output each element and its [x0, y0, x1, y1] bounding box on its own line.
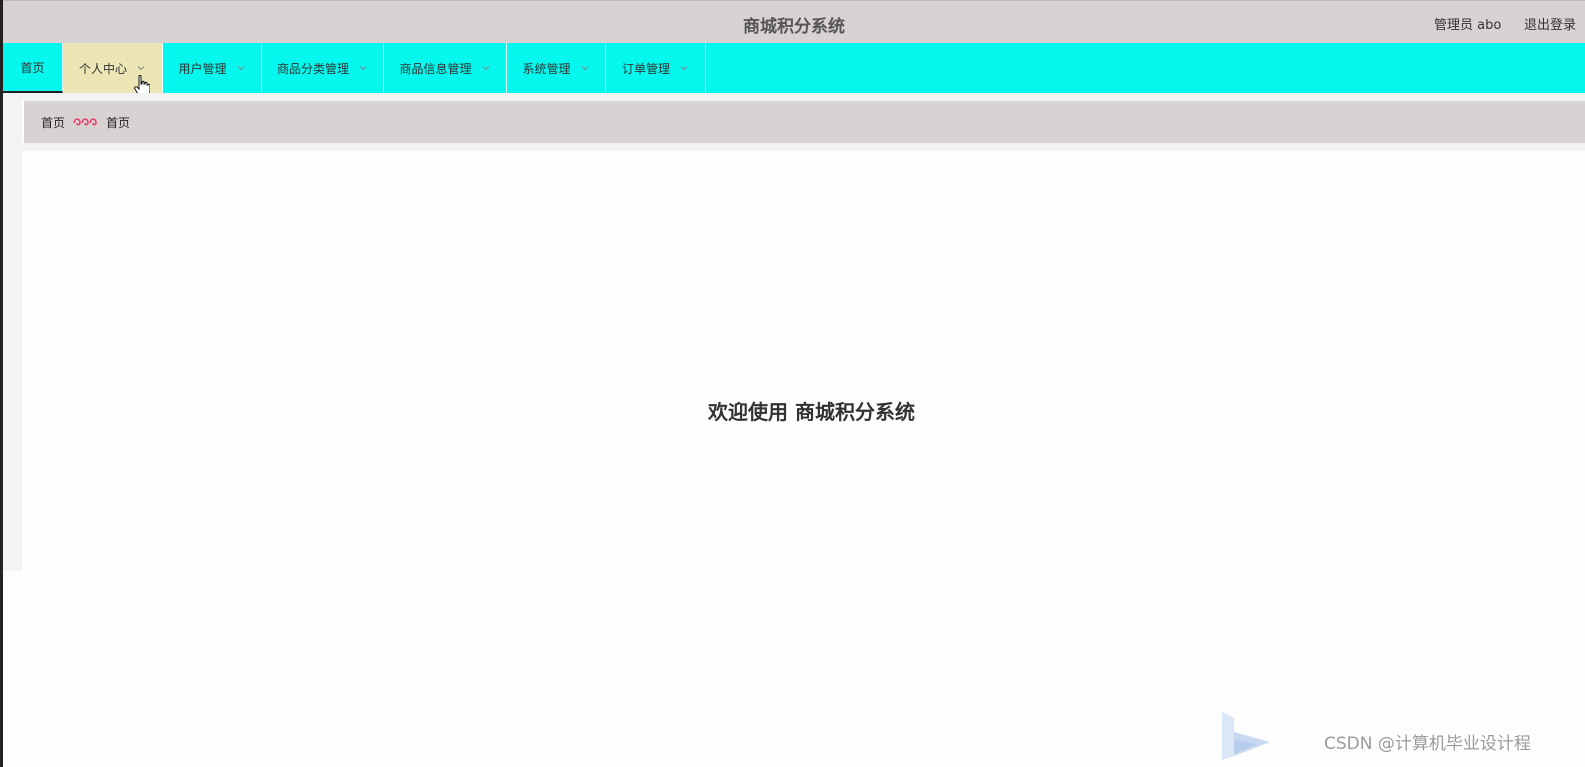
nav-item-home[interactable]: 首页: [3, 43, 63, 93]
nav-item-product-management[interactable]: 商品信息管理: [384, 43, 507, 93]
spacer: [22, 143, 1585, 151]
breadcrumb-root-link[interactable]: 首页: [41, 114, 65, 131]
chevron-down-icon: [680, 66, 688, 71]
breadcrumb: 首页 首页: [24, 101, 1585, 143]
nav-item-label: 首页: [20, 60, 45, 75]
app-frame: 商城积分系统 管理员 abo 退出登录 首页 个人中心 用户管理 商品分类管理 …: [0, 0, 1585, 767]
current-user-label: 管理员 abo: [1434, 18, 1502, 33]
left-gutter: [3, 93, 22, 571]
nav-item-label: 订单管理: [621, 61, 670, 76]
chevron-down-icon: [359, 66, 367, 71]
logout-link[interactable]: 退出登录: [1524, 14, 1576, 33]
nav-item-label: 商品分类管理: [276, 61, 349, 76]
nav-item-label: 个人中心: [78, 61, 127, 76]
main-nav: 首页 个人中心 用户管理 商品分类管理 商品信息管理 系统管理 订单管理: [3, 43, 1585, 93]
app-title: 商城积分系统: [743, 17, 845, 37]
nav-item-system-management[interactable]: 系统管理: [507, 43, 606, 93]
nav-item-label: 系统管理: [522, 61, 571, 76]
wave-separator-icon: [73, 118, 97, 126]
chevron-down-icon: [237, 66, 244, 71]
header-bar: 商城积分系统 管理员 abo 退出登录: [3, 0, 1585, 43]
breadcrumb-current: 首页: [106, 115, 131, 130]
nav-item-order-management[interactable]: 订单管理: [606, 43, 706, 93]
nav-item-user-management[interactable]: 用户管理: [163, 43, 262, 93]
nav-item-label: 用户管理: [178, 61, 227, 76]
spacer: [22, 93, 1585, 101]
watermark-logo-icon: [1222, 712, 1270, 760]
chevron-down-icon: [137, 66, 145, 71]
nav-item-category-management[interactable]: 商品分类管理: [262, 43, 384, 93]
chevron-down-icon: [581, 66, 588, 71]
nav-item-label: 商品信息管理: [399, 61, 472, 76]
welcome-message: 欢迎使用 商城积分系统: [708, 400, 915, 424]
chevron-down-icon: [482, 66, 489, 71]
main-content: 欢迎使用 商城积分系统: [24, 151, 1585, 571]
watermark-text: CSDN @计算机毕业设计程: [1324, 734, 1531, 754]
